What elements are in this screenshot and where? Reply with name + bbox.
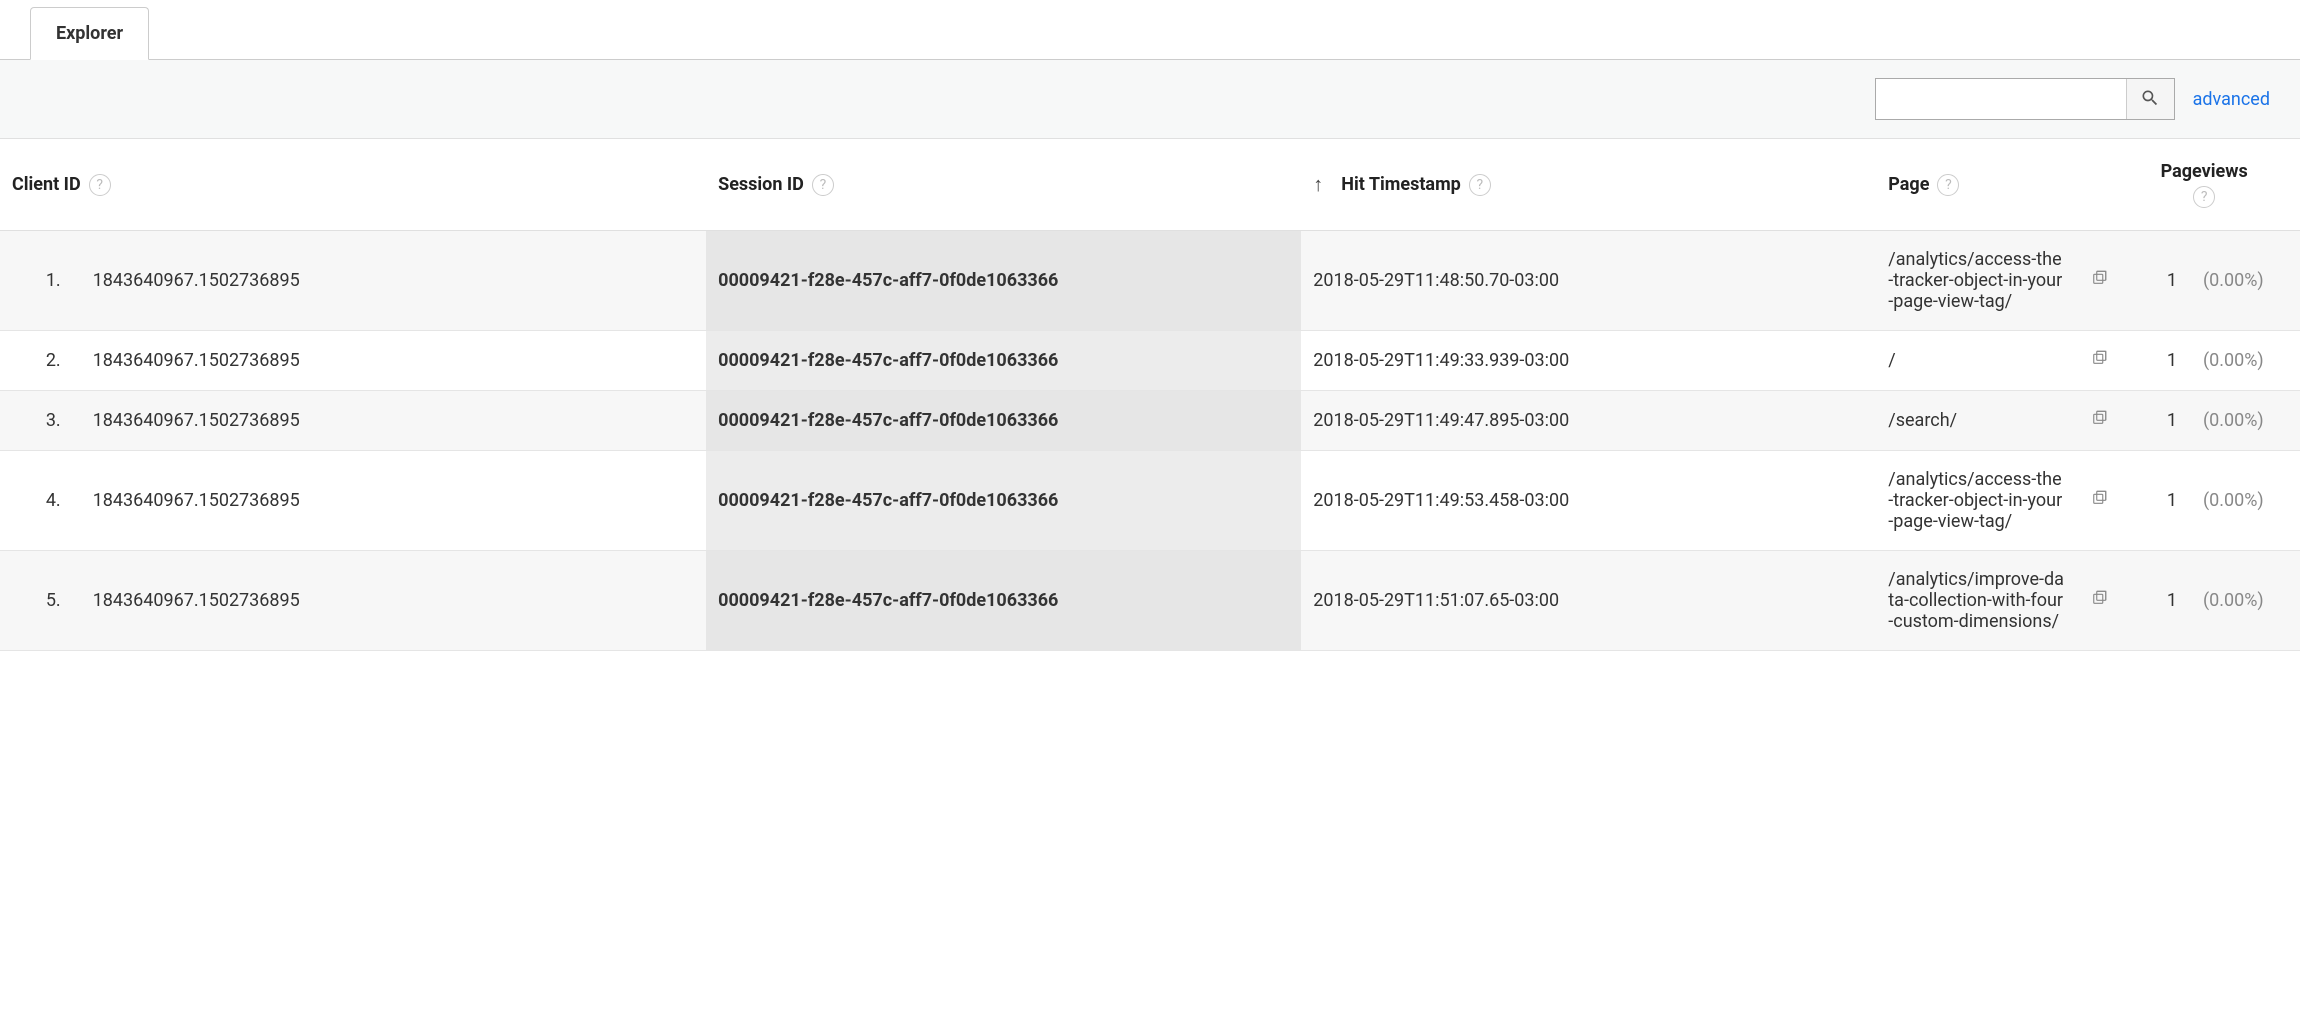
column-session-id[interactable]: Session ID ? xyxy=(706,139,1301,231)
cell-pageviews-pct: (0.00%) xyxy=(2189,231,2300,331)
search-button[interactable] xyxy=(2126,79,2174,119)
column-client-id[interactable]: Client ID ? xyxy=(0,139,706,231)
cell-popout xyxy=(2078,391,2108,451)
table-header-row: Client ID ? Session ID ? Hit Timestamp ?… xyxy=(0,139,2300,231)
cell-pageviews: 1 xyxy=(2108,551,2189,651)
cell-hit-timestamp: 2018-05-29T11:49:47.895-03:00 xyxy=(1301,391,1876,451)
row-index: 3. xyxy=(0,391,81,451)
row-index: 5. xyxy=(0,551,81,651)
row-index: 1. xyxy=(0,231,81,331)
cell-pageviews: 1 xyxy=(2108,231,2189,331)
table-row: 4.1843640967.150273689500009421-f28e-457… xyxy=(0,451,2300,551)
column-pageviews[interactable]: Pageviews ? xyxy=(2108,139,2300,231)
column-label: Page xyxy=(1888,174,1929,195)
row-index: 4. xyxy=(0,451,81,551)
cell-page[interactable]: / xyxy=(1876,331,2078,391)
help-icon[interactable]: ? xyxy=(89,174,111,196)
tab-explorer[interactable]: Explorer xyxy=(30,7,149,60)
cell-page[interactable]: /analytics/improve-data-collection-with-… xyxy=(1876,551,2078,651)
cell-hit-timestamp: 2018-05-29T11:49:33.939-03:00 xyxy=(1301,331,1876,391)
search-icon xyxy=(2140,88,2160,111)
help-icon[interactable]: ? xyxy=(2193,186,2215,208)
cell-popout xyxy=(2078,231,2108,331)
cell-client-id: 1843640967.1502736895 xyxy=(81,231,706,331)
column-label: Session ID xyxy=(718,174,804,195)
cell-pageviews-pct: (0.00%) xyxy=(2189,551,2300,651)
cell-session-id: 00009421-f28e-457c-aff7-0f0de1063366 xyxy=(706,391,1301,451)
data-table: Client ID ? Session ID ? Hit Timestamp ?… xyxy=(0,138,2300,651)
cell-pageviews: 1 xyxy=(2108,451,2189,551)
table-row: 5.1843640967.150273689500009421-f28e-457… xyxy=(0,551,2300,651)
cell-client-id: 1843640967.1502736895 xyxy=(81,451,706,551)
cell-popout xyxy=(2078,551,2108,651)
help-icon[interactable]: ? xyxy=(1469,174,1491,196)
column-label: Hit Timestamp xyxy=(1341,174,1460,195)
help-icon[interactable]: ? xyxy=(812,174,834,196)
cell-page[interactable]: /analytics/access-the-tracker-object-in-… xyxy=(1876,231,2078,331)
popout-icon[interactable] xyxy=(2090,489,2110,509)
advanced-link[interactable]: advanced xyxy=(2193,89,2270,110)
table-row: 1.1843640967.150273689500009421-f28e-457… xyxy=(0,231,2300,331)
table-row: 3.1843640967.150273689500009421-f28e-457… xyxy=(0,391,2300,451)
help-icon[interactable]: ? xyxy=(1937,174,1959,196)
popout-icon[interactable] xyxy=(2090,589,2110,609)
column-page[interactable]: Page ? xyxy=(1876,139,2108,231)
cell-pageviews-pct: (0.00%) xyxy=(2189,451,2300,551)
popout-icon[interactable] xyxy=(2090,409,2110,429)
cell-session-id: 00009421-f28e-457c-aff7-0f0de1063366 xyxy=(706,331,1301,391)
cell-hit-timestamp: 2018-05-29T11:49:53.458-03:00 xyxy=(1301,451,1876,551)
cell-client-id: 1843640967.1502736895 xyxy=(81,391,706,451)
cell-pageviews-pct: (0.00%) xyxy=(2189,391,2300,451)
cell-popout xyxy=(2078,451,2108,551)
cell-hit-timestamp: 2018-05-29T11:51:07.65-03:00 xyxy=(1301,551,1876,651)
search-input[interactable] xyxy=(1876,79,2126,119)
cell-page[interactable]: /search/ xyxy=(1876,391,2078,451)
column-label: Client ID xyxy=(12,174,81,195)
cell-session-id: 00009421-f28e-457c-aff7-0f0de1063366 xyxy=(706,231,1301,331)
row-index: 2. xyxy=(0,331,81,391)
cell-pageviews-pct: (0.00%) xyxy=(2189,331,2300,391)
column-hit-timestamp[interactable]: Hit Timestamp ? xyxy=(1301,139,1876,231)
table-row: 2.1843640967.150273689500009421-f28e-457… xyxy=(0,331,2300,391)
cell-pageviews: 1 xyxy=(2108,391,2189,451)
popout-icon[interactable] xyxy=(2090,269,2110,289)
cell-client-id: 1843640967.1502736895 xyxy=(81,331,706,391)
cell-session-id: 00009421-f28e-457c-aff7-0f0de1063366 xyxy=(706,451,1301,551)
toolbar: advanced xyxy=(0,60,2300,138)
tab-bar: Explorer xyxy=(0,0,2300,60)
cell-session-id: 00009421-f28e-457c-aff7-0f0de1063366 xyxy=(706,551,1301,651)
cell-page[interactable]: /analytics/access-the-tracker-object-in-… xyxy=(1876,451,2078,551)
cell-hit-timestamp: 2018-05-29T11:48:50.70-03:00 xyxy=(1301,231,1876,331)
cell-client-id: 1843640967.1502736895 xyxy=(81,551,706,651)
cell-popout xyxy=(2078,331,2108,391)
cell-pageviews: 1 xyxy=(2108,331,2189,391)
popout-icon[interactable] xyxy=(2090,349,2110,369)
search-group xyxy=(1875,78,2175,120)
column-label: Pageviews xyxy=(2161,161,2248,182)
